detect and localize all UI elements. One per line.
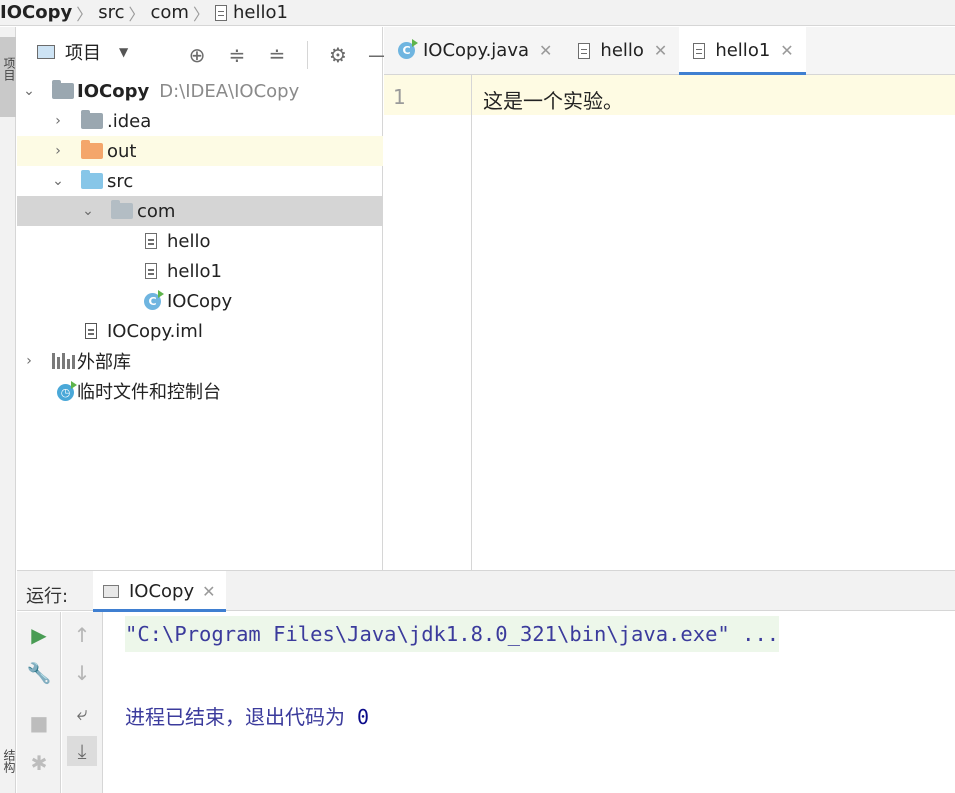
breadcrumb-project[interactable]: IOCopy [0, 2, 72, 23]
text-file-icon [578, 42, 591, 59]
editor-tab-hello1[interactable]: hello1 ✕ [679, 27, 807, 75]
breadcrumb-package[interactable]: com [151, 2, 189, 23]
project-toolbar: 项目 ▼ ⊕ ≑ ≐ ⚙ — [17, 27, 388, 77]
console-command-line[interactable]: "C:\Program Files\Java\jdk1.8.0_321\bin\… [125, 616, 780, 652]
breadcrumb: IOCopy 〉 src 〉 com 〉 hello1 [0, 0, 955, 26]
scroll-to-end-icon[interactable]: ⤓ [67, 736, 97, 766]
tree-item-hello1[interactable]: hello1 [17, 256, 383, 286]
structure-tool-button[interactable]: 结构 [1, 749, 18, 773]
module-file-icon [85, 323, 97, 339]
output-folder-icon [81, 140, 103, 159]
console-exit-message: 进程已结束，退出代码为 0 [125, 705, 370, 729]
editor-tab-hello[interactable]: hello ✕ [564, 27, 679, 74]
chevron-right-icon[interactable]: › [51, 113, 65, 129]
editor-tab-label: hello1 [715, 40, 771, 61]
class-icon: C [144, 289, 164, 310]
soft-wrap-icon[interactable]: ⤶ [67, 698, 97, 728]
package-icon [111, 200, 133, 219]
arrow-down-icon[interactable]: ↓ [67, 658, 97, 688]
rerun-icon[interactable]: ▶ [24, 620, 54, 650]
close-icon[interactable]: ✕ [202, 582, 215, 601]
close-icon[interactable]: ✕ [654, 41, 667, 60]
text-file-icon [693, 42, 706, 59]
gear-icon[interactable]: ⚙ [328, 44, 348, 66]
tree-item-label: com [137, 200, 176, 222]
locate-icon[interactable]: ⊕ [187, 44, 207, 66]
chevron-down-icon[interactable]: ▼ [119, 45, 128, 59]
editor-tab-bar: C IOCopy.java ✕ hello ✕ hello1 ✕ [384, 27, 955, 75]
run-panel: 运行: IOCopy ✕ ▶ 🔧 ■ ✱ ↑ ↓ ⤶ ⤓ "C:\Program… [17, 570, 955, 793]
breadcrumb-file[interactable]: hello1 [214, 2, 288, 23]
tree-root-label: IOCopy [77, 80, 150, 102]
tree-item-label: hello1 [167, 260, 222, 282]
toolbar-divider [307, 41, 308, 69]
chevron-right-icon[interactable]: › [22, 353, 36, 369]
tree-item-label: .idea [107, 110, 152, 132]
close-icon[interactable]: ✕ [539, 41, 552, 60]
exit-code: 0 [357, 705, 370, 729]
breadcrumb-src[interactable]: src [98, 2, 124, 23]
run-panel-header: 运行: IOCopy ✕ [17, 571, 955, 612]
editor-tab-label: hello [600, 40, 644, 61]
tree-item-label: out [107, 140, 137, 162]
tree-item-idea[interactable]: › .idea [17, 106, 383, 136]
tree-item-scratches[interactable]: ◷ 临时文件和控制台 [17, 376, 383, 406]
tree-item-label: src [107, 170, 134, 192]
tree-item-label: hello [167, 230, 211, 252]
library-icon [52, 353, 75, 369]
tree-item-label: IOCopy.iml [107, 320, 203, 342]
project-view-title[interactable]: 项目 [65, 39, 101, 65]
editor-area: C IOCopy.java ✕ hello ✕ hello1 ✕ 1 这是一个实… [384, 27, 955, 570]
folder-icon [81, 110, 103, 129]
chevron-right-icon: 〉 [76, 4, 93, 24]
arrow-up-icon[interactable]: ↑ [67, 620, 97, 650]
run-tab-label: IOCopy [129, 580, 195, 602]
source-folder-icon [81, 170, 103, 189]
tree-item-hello[interactable]: hello [17, 226, 383, 256]
collapse-all-icon[interactable]: ≐ [267, 44, 287, 66]
class-icon: C [398, 39, 418, 59]
run-config-icon [103, 584, 119, 598]
chevron-right-icon[interactable]: › [51, 143, 65, 159]
chevron-down-icon[interactable]: ⌄ [51, 173, 65, 189]
tree-item-out[interactable]: › out [17, 136, 383, 166]
scratches-icon: ◷ [57, 381, 77, 401]
run-panel-title: 运行: [26, 586, 69, 607]
stop-icon[interactable]: ■ [24, 708, 54, 738]
project-tool-button[interactable]: 项目 [0, 37, 16, 117]
tree-item-iml[interactable]: IOCopy.iml [17, 316, 383, 346]
run-tab-iocopy[interactable]: IOCopy ✕ [93, 571, 226, 612]
tree-item-root[interactable]: ⌄ IOCopy D:\IDEA\IOCopy [17, 76, 383, 106]
text-file-icon [145, 263, 157, 279]
chevron-down-icon[interactable]: ⌄ [22, 83, 36, 99]
editor-text-line[interactable]: 这是一个实验。 [483, 85, 623, 114]
chevron-down-icon[interactable]: ⌄ [81, 203, 95, 219]
line-number: 1 [393, 85, 406, 109]
project-panel: 项目 ▼ ⊕ ≑ ≐ ⚙ — ⌄ IOCopy D:\IDEA\IOCopy › … [17, 27, 388, 570]
tree-root-path: D:\IDEA\IOCopy [159, 80, 300, 102]
chevron-right-icon: 〉 [128, 4, 145, 24]
left-tool-strip: 项目 结构 [0, 27, 16, 793]
debug-icon[interactable]: ✱ [24, 748, 54, 778]
editor-tab-label: IOCopy.java [423, 40, 530, 61]
module-folder-icon [52, 80, 74, 99]
tree-item-label: 外部库 [77, 352, 131, 373]
chevron-right-icon: 〉 [192, 4, 209, 24]
tree-item-libraries[interactable]: › 外部库 [17, 346, 383, 376]
tree-item-src[interactable]: ⌄ src [17, 166, 383, 196]
text-file-icon [145, 233, 157, 249]
line-number-gutter [384, 75, 472, 570]
tree-item-com[interactable]: ⌄ com [17, 196, 383, 226]
close-icon[interactable]: ✕ [780, 41, 793, 60]
tree-item-label: 临时文件和控制台 [77, 382, 221, 403]
wrench-icon[interactable]: 🔧 [24, 658, 54, 688]
expand-all-icon[interactable]: ≑ [227, 44, 247, 66]
editor-tab-iocopy-java[interactable]: C IOCopy.java ✕ [384, 27, 564, 74]
tree-item-label: IOCopy [167, 290, 233, 312]
tree-item-iocopy-class[interactable]: C IOCopy [17, 286, 383, 316]
text-file-icon [214, 4, 227, 21]
run-secondary-toolbar: ↑ ↓ ⤶ ⤓ [62, 612, 103, 793]
run-primary-toolbar: ▶ 🔧 ■ ✱ [17, 612, 61, 793]
project-view-icon [37, 45, 55, 59]
